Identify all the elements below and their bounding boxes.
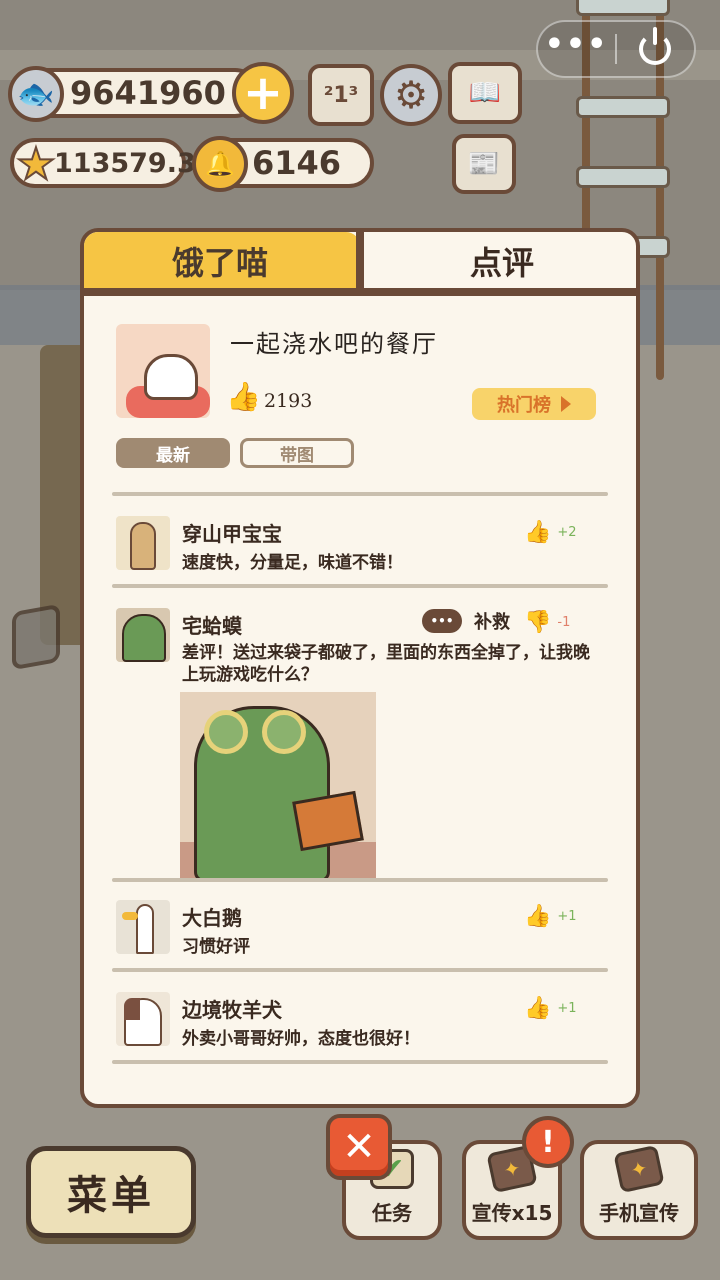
- fish-currency: 🐟 9641960: [8, 66, 260, 122]
- thumb-down-icon: 👎: [524, 610, 552, 635]
- review-list[interactable]: 穿山甲宝宝 速度快，分量足，味道不错！ 👍 +2 宅蛤蟆 ••• 补救 👎 -1…: [104, 478, 614, 1076]
- avatar: [116, 900, 170, 954]
- alert-badge: !: [522, 1116, 574, 1168]
- upvote-button[interactable]: 👍 +1: [524, 904, 577, 929]
- phone-flyer-icon: ✦: [613, 1144, 665, 1194]
- list-divider: [112, 1060, 608, 1064]
- review-text: 差评！送过来袋子都破了，里面的东西全掉了，让我晚上玩游戏吃什么？: [182, 643, 590, 685]
- reviewer-name: 穿山甲宝宝: [182, 522, 282, 546]
- list-divider: [112, 492, 608, 496]
- review-photo[interactable]: [180, 692, 376, 882]
- upvote-button[interactable]: 👍 +2: [524, 520, 577, 545]
- recipe-book-button[interactable]: 📖: [448, 62, 522, 124]
- phone-promote-label: 手机宣传: [599, 1201, 679, 1225]
- exit-button[interactable]: [617, 27, 694, 65]
- chat-bubble-icon: •••: [422, 609, 462, 633]
- tab-ele-meow[interactable]: 饿了喵: [80, 228, 360, 294]
- podium-icon: ²1³: [323, 82, 359, 108]
- thumb-up-icon: 👍: [524, 520, 552, 545]
- list-divider: [112, 584, 608, 588]
- star-value: 113579.3: [54, 147, 196, 179]
- review-panel: 饿了喵 点评 一起浇水吧的餐厅 👍 2193 热门榜 最新 带图 穿山甲宝宝 速…: [80, 228, 640, 1108]
- more-button[interactable]: •••: [538, 30, 615, 60]
- phone-promote-button[interactable]: ✦ 手机宣传: [580, 1140, 698, 1240]
- remedy-button[interactable]: ••• 补救: [422, 608, 510, 634]
- filter-with-image[interactable]: 带图: [240, 438, 354, 468]
- task-label: 任务: [372, 1201, 412, 1225]
- add-fish-button[interactable]: +: [232, 62, 294, 124]
- restaurant-name: 一起浇水吧的餐厅: [230, 330, 438, 358]
- filter-latest[interactable]: 最新: [116, 438, 230, 468]
- gear-icon: ⚙: [393, 73, 429, 117]
- avatar: [116, 608, 170, 662]
- vote-count: -1: [557, 615, 571, 630]
- downvote-button[interactable]: 👎 -1: [524, 610, 570, 635]
- tab-reviews[interactable]: 点评: [364, 228, 640, 294]
- avatar: [116, 992, 170, 1046]
- bell-currency: 🔔 6146: [192, 136, 374, 192]
- list-divider: [112, 968, 608, 972]
- reviewer-name: 大白鹅: [182, 906, 242, 930]
- thumb-up-icon: 👍: [524, 904, 552, 929]
- thumb-up-icon: 👍: [524, 996, 552, 1021]
- reviewer-name: 宅蛤蟆: [182, 614, 242, 638]
- chevron-right-icon: [561, 396, 571, 412]
- fish-icon: 🐟: [8, 66, 64, 122]
- review-text: 速度快，分量足，味道不错！: [182, 553, 403, 573]
- newspaper-button[interactable]: 📰: [452, 134, 516, 194]
- star-currency: ★ 113579.3: [10, 138, 196, 191]
- restaurant-thumbnail: [116, 324, 210, 418]
- miniprogram-capsule: •••: [536, 20, 696, 78]
- review-text: 外卖小哥哥好帅，态度也很好！: [182, 1029, 420, 1049]
- hot-list-button[interactable]: 热门榜: [472, 388, 596, 420]
- ranking-button[interactable]: ²1³: [308, 64, 374, 126]
- bell-value: 6146: [252, 144, 342, 182]
- thumb-up-icon: 👍: [226, 380, 261, 413]
- settings-button[interactable]: ⚙: [380, 64, 442, 126]
- likes-count: 2193: [264, 390, 313, 412]
- close-button[interactable]: ✕: [326, 1114, 392, 1180]
- newspaper-icon: 📰: [467, 149, 501, 179]
- reviewer-name: 边境牧羊犬: [182, 998, 282, 1022]
- hot-list-label: 热门榜: [497, 395, 551, 416]
- vote-count: +1: [557, 909, 577, 924]
- scroll-left-arrow[interactable]: [12, 603, 60, 671]
- vote-count: +2: [557, 525, 577, 540]
- list-divider: [112, 878, 608, 882]
- vote-count: +1: [557, 1001, 577, 1016]
- power-icon: [639, 27, 672, 65]
- promote-label: 宣传x15: [471, 1201, 553, 1225]
- upvote-button[interactable]: 👍 +1: [524, 996, 577, 1021]
- avatar: [116, 516, 170, 570]
- remedy-label: 补救: [474, 612, 510, 633]
- menu-button[interactable]: 菜单: [26, 1146, 196, 1238]
- star-icon: ★: [15, 138, 56, 191]
- review-text: 习惯好评: [182, 937, 250, 957]
- fish-value: 9641960: [70, 74, 226, 112]
- bell-icon: 🔔: [192, 136, 248, 192]
- book-icon: 📖: [468, 78, 502, 108]
